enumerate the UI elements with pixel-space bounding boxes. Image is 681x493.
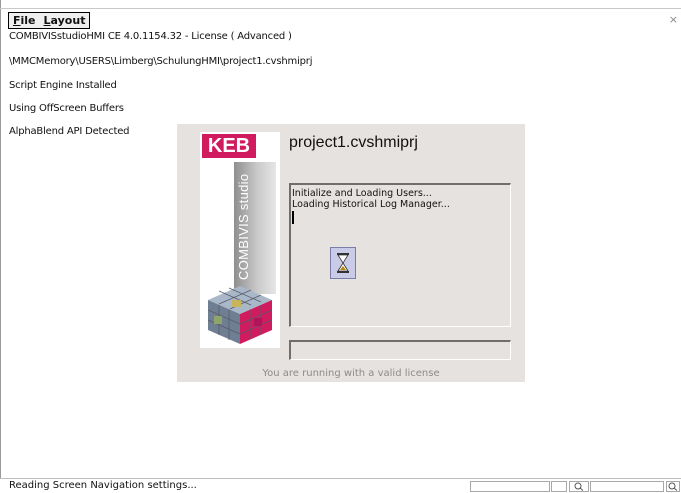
cube-logo-icon xyxy=(207,286,273,344)
close-icon[interactable]: × xyxy=(669,13,678,26)
menu-layout-label: ayout xyxy=(50,14,86,27)
zoom-icon xyxy=(574,482,584,491)
splash-panel: KEB COMBIVIS studio project1.cvshmiprj I… xyxy=(177,124,525,382)
status-pane-5 xyxy=(666,481,680,492)
product-strip-label: COMBIVIS studio xyxy=(236,173,251,281)
status-text: Reading Screen Navigation settings... xyxy=(9,480,197,491)
window-top-border xyxy=(0,8,681,9)
keb-logo: KEB xyxy=(202,134,256,158)
menu-file-label: ile xyxy=(20,14,36,27)
log-line-alphablend: AlphaBlend API Detected xyxy=(9,126,130,137)
loading-message-historical-log: Loading Historical Log Manager... xyxy=(292,199,450,210)
log-line-project-path: \MMCMemory\USERS\Limberg\SchulungHMI\pro… xyxy=(9,56,313,67)
log-line-script-engine: Script Engine Installed xyxy=(9,80,117,91)
product-logo: KEB COMBIVIS studio xyxy=(200,132,280,348)
status-bar: Reading Screen Navigation settings... xyxy=(0,478,681,493)
window-left-border xyxy=(0,0,1,492)
text-caret xyxy=(292,211,294,224)
magnifier-icon xyxy=(668,482,678,491)
menu-file-accel: F xyxy=(13,14,21,27)
status-pane-4 xyxy=(590,481,664,492)
loading-message-users: Initialize and Loading Users... xyxy=(292,188,432,199)
status-pane-2 xyxy=(551,481,567,492)
license-status-text: You are running with a valid license xyxy=(262,368,440,379)
status-pane-3 xyxy=(569,481,589,492)
loading-messages-box: Initialize and Loading Users... Loading … xyxy=(289,183,511,327)
menu-layout-accel: L xyxy=(43,14,51,27)
status-pane-1 xyxy=(470,481,550,492)
hourglass-icon xyxy=(330,247,356,279)
log-line-license: COMBIVISstudioHMI CE 4.0.1154.32 - Licen… xyxy=(9,31,292,42)
menu-file[interactable]: File xyxy=(13,14,36,27)
log-line-offscreen-buffers: Using OffScreen Buffers xyxy=(9,103,124,114)
progress-bar xyxy=(289,340,511,360)
menu-layout[interactable]: Layout xyxy=(44,14,86,27)
menu-bar: File Layout xyxy=(8,12,91,29)
project-title: project1.cvshmiprj xyxy=(289,134,418,151)
